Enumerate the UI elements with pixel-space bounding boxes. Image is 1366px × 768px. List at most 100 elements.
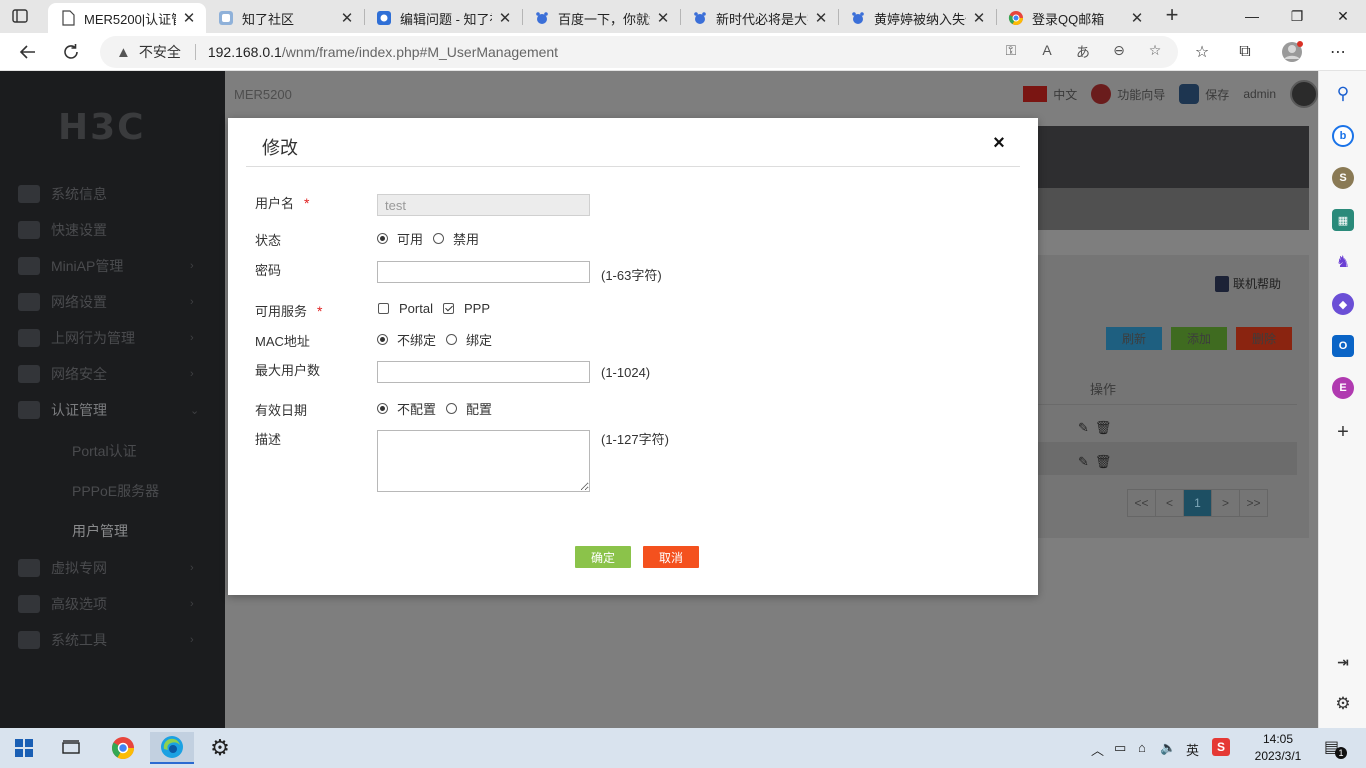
delete-button[interactable]: 删除 [1236, 327, 1292, 350]
page-current[interactable]: 1 [1183, 489, 1212, 517]
profile-avatar[interactable] [1279, 39, 1305, 65]
trash-icon[interactable]: 🗑 [1095, 454, 1112, 470]
notification-icon[interactable]: ▤ 1 [1324, 737, 1347, 759]
trash-icon[interactable]: 🗑 [1095, 420, 1112, 436]
expiry-configure-radio[interactable]: 配置 [446, 399, 492, 418]
nav-system-tools[interactable]: 系统工具 › [0, 625, 225, 655]
task-view-icon[interactable] [51, 732, 91, 764]
password-field[interactable] [377, 261, 590, 283]
tab-news-2[interactable]: 黄婷婷被纳入失信 ✕ [838, 3, 996, 33]
tab-close-icon[interactable]: ✕ [340, 9, 354, 27]
nav-network-settings[interactable]: 网络设置 › [0, 287, 225, 317]
subnav-pppoe-server[interactable]: PPPoE服务器 [72, 481, 159, 501]
ime-indicator[interactable]: 英 [1186, 740, 1199, 759]
tab-close-icon[interactable]: ✕ [1130, 9, 1144, 27]
subnav-portal-auth[interactable]: Portal认证 [72, 441, 137, 461]
service-portal-checkbox[interactable]: Portal [378, 301, 433, 316]
nav-system-info[interactable]: 系统信息 [0, 179, 225, 209]
edit-icon[interactable]: ✎ [1078, 420, 1089, 436]
games-icon[interactable]: ♞ [1332, 251, 1354, 273]
subnav-user-management[interactable]: 用户管理 [72, 521, 128, 541]
search-icon[interactable]: ⚲ [1332, 83, 1354, 105]
back-button[interactable] [15, 39, 41, 65]
e-icon[interactable]: E [1332, 377, 1354, 399]
add-favorite-icon[interactable]: ☆ [1144, 42, 1166, 62]
confirm-button[interactable]: 确定 [575, 546, 631, 568]
tab-baidu[interactable]: 百度一下，你就知 ✕ [522, 3, 680, 33]
cancel-button[interactable]: 取消 [643, 546, 699, 568]
tab-qqmail[interactable]: 登录QQ邮箱 ✕ [996, 3, 1154, 33]
settings-icon[interactable]: ⚙ [200, 732, 240, 764]
favorites-icon[interactable]: ☆ [1189, 39, 1215, 65]
tools-icon[interactable]: ▦ [1332, 209, 1354, 231]
hide-sidebar-icon[interactable]: ⇥ [1332, 651, 1354, 673]
tray-expand-icon[interactable]: ︿ [1091, 740, 1104, 759]
security-label[interactable]: 不安全 [139, 42, 181, 62]
save-link[interactable]: 保存 [1205, 86, 1229, 103]
nav-vpn[interactable]: 虚拟专网 › [0, 553, 225, 583]
save-icon[interactable] [1179, 84, 1200, 104]
page-next[interactable]: > [1211, 489, 1240, 517]
status-enabled-radio[interactable]: 可用 [377, 229, 423, 248]
volume-icon[interactable]: 🔈 [1160, 740, 1176, 756]
mac-unbind-radio[interactable]: 不绑定 [377, 330, 436, 349]
system-clock[interactable]: 14:05 2023/3/1 [1248, 731, 1308, 765]
page-prev[interactable]: < [1155, 489, 1184, 517]
address-bar[interactable]: ▲ 不安全 192.168.0.1/wnm/frame/index.php#M_… [100, 36, 1178, 68]
start-button[interactable] [4, 732, 44, 764]
zoom-icon[interactable]: ⊖ [1108, 42, 1130, 62]
nav-quick-setup[interactable]: 快速设置 [0, 215, 225, 245]
avatar[interactable] [1290, 80, 1318, 108]
new-tab-button[interactable]: + [1160, 4, 1184, 27]
tab-close-icon[interactable]: ✕ [656, 9, 670, 27]
expiry-none-radio[interactable]: 不配置 [377, 399, 436, 418]
translate-icon[interactable]: あ [1072, 42, 1094, 62]
read-aloud-icon[interactable]: A [1036, 42, 1058, 62]
tab-mer5200[interactable]: MER5200|认证管 ✕ [48, 3, 206, 33]
close-icon[interactable]: × [988, 132, 1010, 154]
close-window-button[interactable]: ✕ [1320, 4, 1366, 28]
minimize-button[interactable]: — [1229, 4, 1275, 28]
network-icon[interactable]: ⌂ [1138, 740, 1146, 755]
settings-icon[interactable]: ⚙ [1332, 693, 1354, 715]
status-disabled-radio[interactable]: 禁用 [433, 229, 479, 248]
mac-bind-radio[interactable]: 绑定 [446, 330, 492, 349]
table-row[interactable] [1022, 442, 1297, 475]
collections-icon[interactable]: ⧉ [1232, 39, 1258, 65]
wizard-link[interactable]: 功能向导 [1117, 86, 1165, 103]
url-text[interactable]: 192.168.0.1/wnm/frame/index.php#M_UserMa… [208, 44, 558, 60]
reload-button[interactable] [58, 39, 84, 65]
tab-close-icon[interactable]: ✕ [182, 9, 196, 27]
tab-actions-icon[interactable] [10, 7, 30, 25]
more-menu-icon[interactable]: ⋯ [1325, 39, 1351, 65]
chrome-icon[interactable] [103, 732, 143, 764]
warning-icon[interactable]: ▲ [116, 44, 131, 61]
nav-miniap[interactable]: MiniAP管理 › [0, 251, 225, 281]
nav-auth-management[interactable]: 认证管理 ⌄ [0, 395, 225, 425]
online-help-link[interactable]: 联机帮助 [1215, 275, 1281, 292]
office-icon[interactable]: ◆ [1332, 293, 1354, 315]
edit-icon[interactable]: ✎ [1078, 454, 1089, 470]
restore-button[interactable]: ❐ [1274, 4, 1320, 28]
nav-network-security[interactable]: 网络安全 › [0, 359, 225, 389]
outlook-icon[interactable]: O [1332, 335, 1354, 357]
refresh-button[interactable]: 刷新 [1106, 327, 1162, 350]
tab-close-icon[interactable]: ✕ [498, 9, 512, 27]
description-field[interactable] [377, 430, 590, 492]
wizard-icon[interactable] [1091, 84, 1112, 104]
max-users-field[interactable] [377, 361, 590, 383]
language-link[interactable]: 中文 [1053, 86, 1077, 103]
edge-icon[interactable] [150, 732, 194, 764]
nav-behavior-management[interactable]: 上网行为管理 › [0, 323, 225, 353]
tab-zhiliao[interactable]: 知了社区 ✕ [206, 3, 364, 33]
tab-close-icon[interactable]: ✕ [814, 9, 828, 27]
china-flag-icon[interactable] [1023, 86, 1048, 102]
service-ppp-checkbox[interactable]: PPP [443, 301, 490, 316]
tab-edit-question[interactable]: 编辑问题 - 知了社 ✕ [364, 3, 522, 33]
key-icon[interactable]: ⚿ [1000, 42, 1022, 62]
shopping-icon[interactable]: S [1332, 167, 1354, 189]
tab-close-icon[interactable]: ✕ [972, 9, 986, 27]
battery-icon[interactable]: ▭ [1114, 740, 1126, 756]
sogou-ime-icon[interactable]: S [1212, 738, 1230, 756]
page-first[interactable]: << [1127, 489, 1156, 517]
